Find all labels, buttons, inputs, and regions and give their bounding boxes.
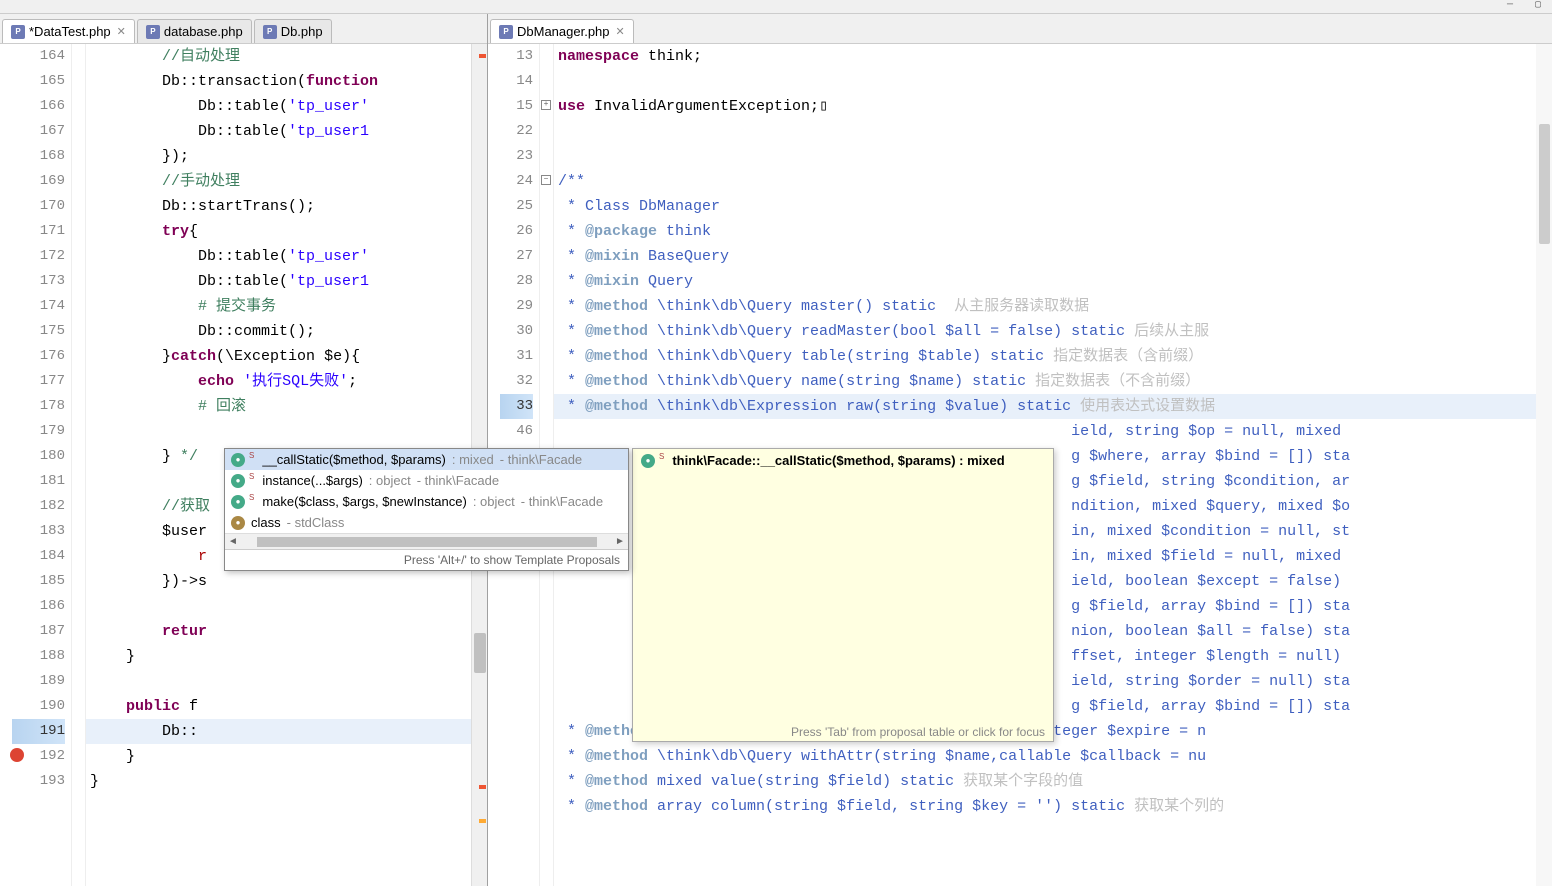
method-icon: ● (231, 474, 245, 488)
scroll-thumb[interactable] (1539, 124, 1550, 244)
right-tab-bar: P DbManager.php ✕ (488, 14, 1552, 44)
method-icon: ● (231, 453, 245, 467)
proposal-name: make($class, $args, $newInstance) (262, 494, 466, 509)
folding-column[interactable] (72, 44, 86, 886)
error-marker[interactable] (479, 785, 486, 789)
tab-dbmanager[interactable]: P DbManager.php ✕ (490, 19, 634, 43)
autocomplete-item[interactable]: ●Smake($class, $args, $newInstance) : ob… (225, 491, 628, 512)
autocomplete-item[interactable]: ●Sinstance(...$args) : object - think\Fa… (225, 470, 628, 491)
doc-hint: Press 'Tab' from proposal table or click… (791, 725, 1045, 739)
autocomplete-popup[interactable]: ●S__callStatic($method, $params) : mixed… (224, 448, 629, 571)
php-icon: P (11, 25, 25, 39)
php-icon: P (499, 25, 513, 39)
autocomplete-list[interactable]: ●S__callStatic($method, $params) : mixed… (225, 449, 628, 533)
tab-database[interactable]: P database.php (137, 19, 252, 43)
horizontal-scrollbar[interactable]: ◄ ► (225, 533, 628, 549)
proposal-source: - think\Facade (521, 494, 603, 509)
tab-db[interactable]: P Db.php (254, 19, 332, 43)
class-icon: ● (231, 516, 245, 530)
scroll-thumb[interactable] (257, 537, 597, 547)
autocomplete-item[interactable]: ● class - stdClass (225, 512, 628, 533)
scroll-left-icon[interactable]: ◄ (227, 536, 239, 548)
scroll-right-icon[interactable]: ► (614, 536, 626, 548)
proposal-source: - think\Facade (500, 452, 582, 467)
left-ruler (0, 44, 12, 886)
vertical-scrollbar[interactable] (1536, 44, 1552, 886)
close-icon[interactable]: ✕ (616, 25, 625, 38)
autocomplete-item[interactable]: ●S__callStatic($method, $params) : mixed… (225, 449, 628, 470)
tab-label: *DataTest.php (29, 24, 111, 39)
tab-datatest[interactable]: P *DataTest.php ✕ (2, 19, 135, 43)
proposal-type: : object (369, 473, 411, 488)
minimize-button[interactable]: ─ (1500, 0, 1520, 10)
proposal-type: : object (473, 494, 515, 509)
method-icon: ● (641, 454, 655, 468)
fold-toggle-icon[interactable]: + (541, 100, 551, 110)
line-number-gutter: 1641651661671681691701711721731741751761… (12, 44, 72, 886)
top-toolbar: ─ ▢ (0, 0, 1552, 14)
fold-toggle-icon[interactable]: − (541, 175, 551, 185)
doc-title: think\Facade::__callStatic($method, $par… (672, 453, 1004, 468)
close-icon[interactable]: ✕ (117, 25, 126, 38)
tab-label: Db.php (281, 24, 323, 39)
php-icon: P (146, 25, 160, 39)
proposal-name: class (251, 515, 281, 530)
window-controls: ─ ▢ (1500, 0, 1548, 10)
php-icon: P (263, 25, 277, 39)
maximize-button[interactable]: ▢ (1528, 0, 1548, 10)
tab-label: DbManager.php (517, 24, 610, 39)
autocomplete-hint: Press 'Alt+/' to show Template Proposals (225, 549, 628, 570)
proposal-source: - think\Facade (417, 473, 499, 488)
doc-header: ●S think\Facade::__callStatic($method, $… (633, 449, 1053, 472)
method-icon: ● (231, 495, 245, 509)
left-tab-bar: P *DataTest.php ✕ P database.php P Db.ph… (0, 14, 487, 44)
proposal-name: __callStatic($method, $params) (262, 452, 446, 467)
error-marker[interactable] (479, 54, 486, 58)
proposal-source: - stdClass (287, 515, 345, 530)
proposal-type: : mixed (452, 452, 494, 467)
proposal-name: instance(...$args) (262, 473, 362, 488)
documentation-popup[interactable]: ●S think\Facade::__callStatic($method, $… (632, 448, 1054, 742)
tab-label: database.php (164, 24, 243, 39)
warning-marker[interactable] (479, 819, 486, 823)
